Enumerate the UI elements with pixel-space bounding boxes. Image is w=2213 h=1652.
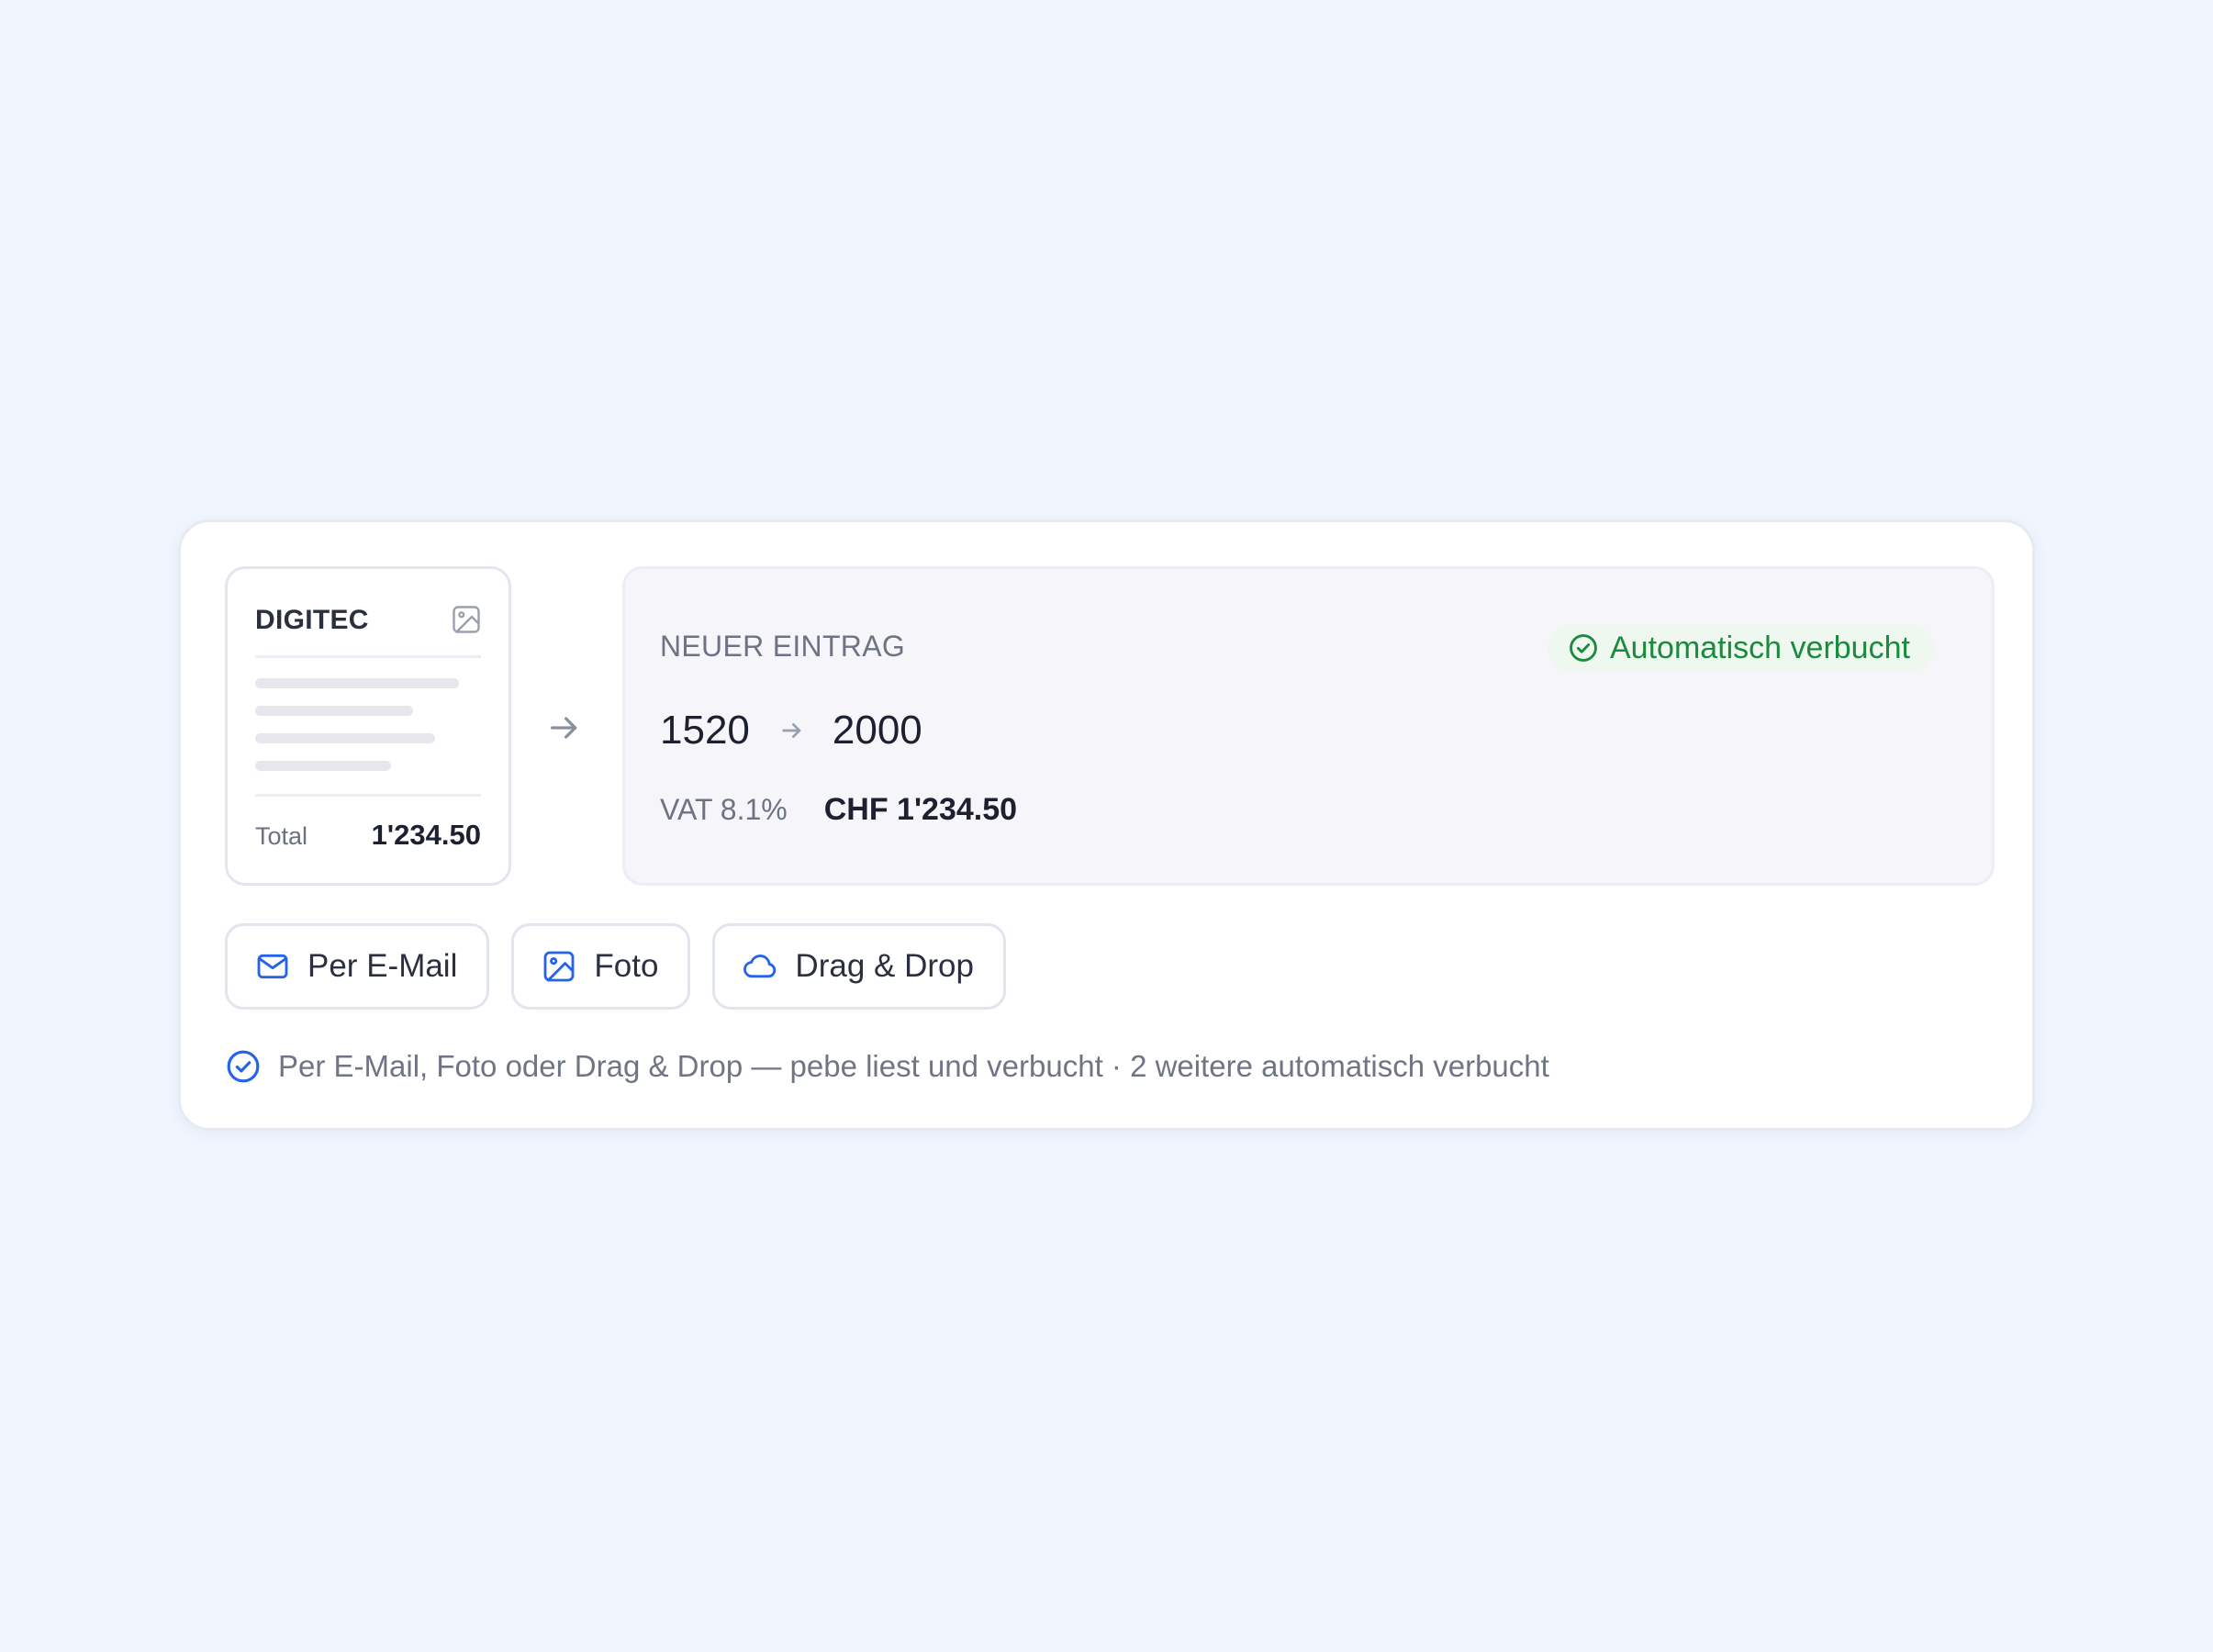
receipt-total-label: Total: [255, 822, 308, 850]
arrow-right-icon: [782, 723, 801, 738]
receipt-line-placeholder: [255, 733, 435, 743]
receipt-divider: [255, 655, 481, 658]
upload-options: Per E-Mail Foto Drag & Drop: [225, 923, 1028, 1010]
vat-label: VAT 8.1%: [660, 793, 788, 826]
vat-row: VAT 8.1% CHF 1'234.50: [660, 789, 1017, 830]
receipt-vendor: DIGITEC: [255, 605, 369, 635]
account-mapping: 1520 2000: [660, 705, 922, 756]
receipt-line-placeholder: [255, 761, 391, 771]
photo-upload-button[interactable]: Foto: [511, 923, 691, 1010]
debit-account: 1520: [660, 708, 750, 753]
image-icon: [543, 951, 575, 982]
check-circle-icon: [1570, 634, 1597, 662]
journal-entry-panel: NEUER EINTRAG Automatisch verbucht 1520 …: [622, 566, 1995, 886]
booking-card: DIGITEC Total 1'234.50 NEUER EINTRAG Aut…: [178, 519, 2035, 1131]
page-background: DIGITEC Total 1'234.50 NEUER EINTRAG Aut…: [0, 0, 2213, 1652]
cloud-icon: [743, 954, 777, 978]
status-text: Automatisch verbucht: [1610, 631, 1910, 665]
arrow-right-icon: [551, 717, 577, 739]
image-icon: [453, 606, 480, 633]
photo-upload-label: Foto: [594, 948, 659, 984]
receipt-total-value: 1'234.50: [371, 819, 481, 851]
mail-icon: [257, 954, 288, 979]
email-upload-label: Per E-Mail: [307, 948, 458, 984]
receipt-divider: [255, 794, 481, 797]
footnote: Per E-Mail, Foto oder Drag & Drop — pebe…: [225, 1047, 1549, 1086]
receipt-line-placeholder: [255, 678, 459, 688]
drag-drop-label: Drag & Drop: [795, 948, 974, 984]
check-circle-icon: [227, 1050, 260, 1083]
drag-drop-button[interactable]: Drag & Drop: [712, 923, 1006, 1010]
email-upload-button[interactable]: Per E-Mail: [225, 923, 490, 1010]
credit-account: 2000: [832, 708, 922, 753]
entry-amount: CHF 1'234.50: [823, 792, 1018, 827]
receipt-header: DIGITEC: [255, 602, 481, 639]
receipt-line-placeholder: [255, 706, 413, 716]
entry-label: NEUER EINTRAG: [660, 630, 906, 663]
status-badge: Automatisch verbucht: [1548, 624, 1934, 672]
receipt-preview[interactable]: DIGITEC Total 1'234.50: [225, 566, 511, 886]
footnote-text: Per E-Mail, Foto oder Drag & Drop — pebe…: [278, 1049, 1549, 1083]
